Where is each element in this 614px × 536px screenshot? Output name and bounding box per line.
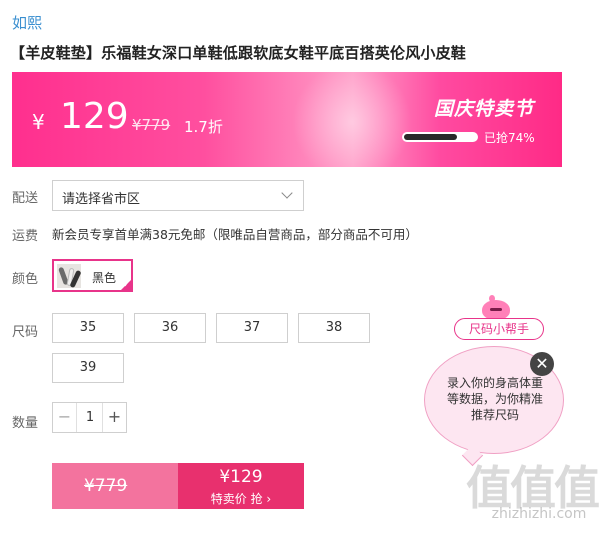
color-option-black[interactable]: 黑色 ✓ [52, 259, 133, 292]
size-helper-button[interactable]: 尺码小帮手 [454, 318, 544, 340]
buy-now-button[interactable]: ¥129 特卖价 抢 › [178, 463, 304, 509]
size-helper: 尺码小帮手 录入你的身高体重等数据，为你精准推荐尺码 ✕ [420, 295, 570, 458]
buy-cta-label: 特卖价 抢 › [210, 492, 272, 506]
quantity-label: 数量 [12, 416, 39, 431]
original-price-button[interactable]: ¥779 [52, 463, 178, 509]
size-option-35[interactable]: 35 [52, 313, 124, 343]
close-icon[interactable]: ✕ [530, 352, 554, 376]
shipping-label: 运费 [12, 229, 39, 244]
size-option-37[interactable]: 37 [216, 313, 288, 343]
checkmark-icon: ✓ [123, 280, 130, 289]
color-label: 颜色 [12, 272, 39, 287]
region-select[interactable]: 请选择省市区 [52, 180, 304, 211]
color-option-label: 黑色 [92, 271, 117, 285]
price-banner: ¥ 129 ¥779 1.7折 国庆特卖节 已抢74% [12, 72, 562, 167]
size-option-38[interactable]: 38 [298, 313, 370, 343]
watermark-site: zhizhizhi.com [491, 506, 587, 522]
buy-original-price: ¥779 [84, 476, 128, 496]
quantity-decrease-button[interactable]: − [53, 403, 77, 432]
original-price: ¥779 [132, 116, 171, 134]
sold-progress-fill [404, 134, 458, 140]
shipping-info: 新会员专享首单满38元免邮（限唯品自营商品，部分商品不可用） [52, 227, 418, 242]
delivery-label: 配送 [12, 191, 39, 206]
size-helper-message: 录入你的身高体重等数据，为你精准推荐尺码 [446, 376, 543, 422]
product-title: 【羊皮鞋垫】乐福鞋女深口单鞋低跟软底女鞋平底百搭英伦风小皮鞋 [10, 44, 467, 62]
mascot-icon [482, 295, 510, 320]
watermark: 值值值 zhizhizhi.com [466, 452, 612, 532]
quantity-increase-button[interactable]: + [102, 403, 126, 432]
currency-symbol: ¥ [32, 110, 45, 134]
size-label: 尺码 [12, 325, 39, 340]
festival-label: 国庆特卖节 [434, 98, 535, 120]
region-select-value: 请选择省市区 [62, 192, 141, 207]
quantity-input[interactable]: 1 [77, 403, 103, 432]
quantity-stepper: − 1 + [52, 402, 127, 433]
buy-price: ¥129 [219, 467, 263, 487]
sold-percent-text: 已抢74% [484, 131, 535, 145]
size-option-36[interactable]: 36 [134, 313, 206, 343]
banner-highlight [292, 72, 412, 167]
brand-link[interactable]: 如熙 [12, 12, 42, 33]
chevron-down-icon [281, 187, 293, 199]
discount-label: 1.7折 [184, 118, 223, 136]
current-price: 129 [60, 96, 129, 137]
size-option-39[interactable]: 39 [52, 353, 124, 383]
sold-progress-bar [402, 132, 478, 142]
shoe-thumbnail [57, 264, 81, 288]
